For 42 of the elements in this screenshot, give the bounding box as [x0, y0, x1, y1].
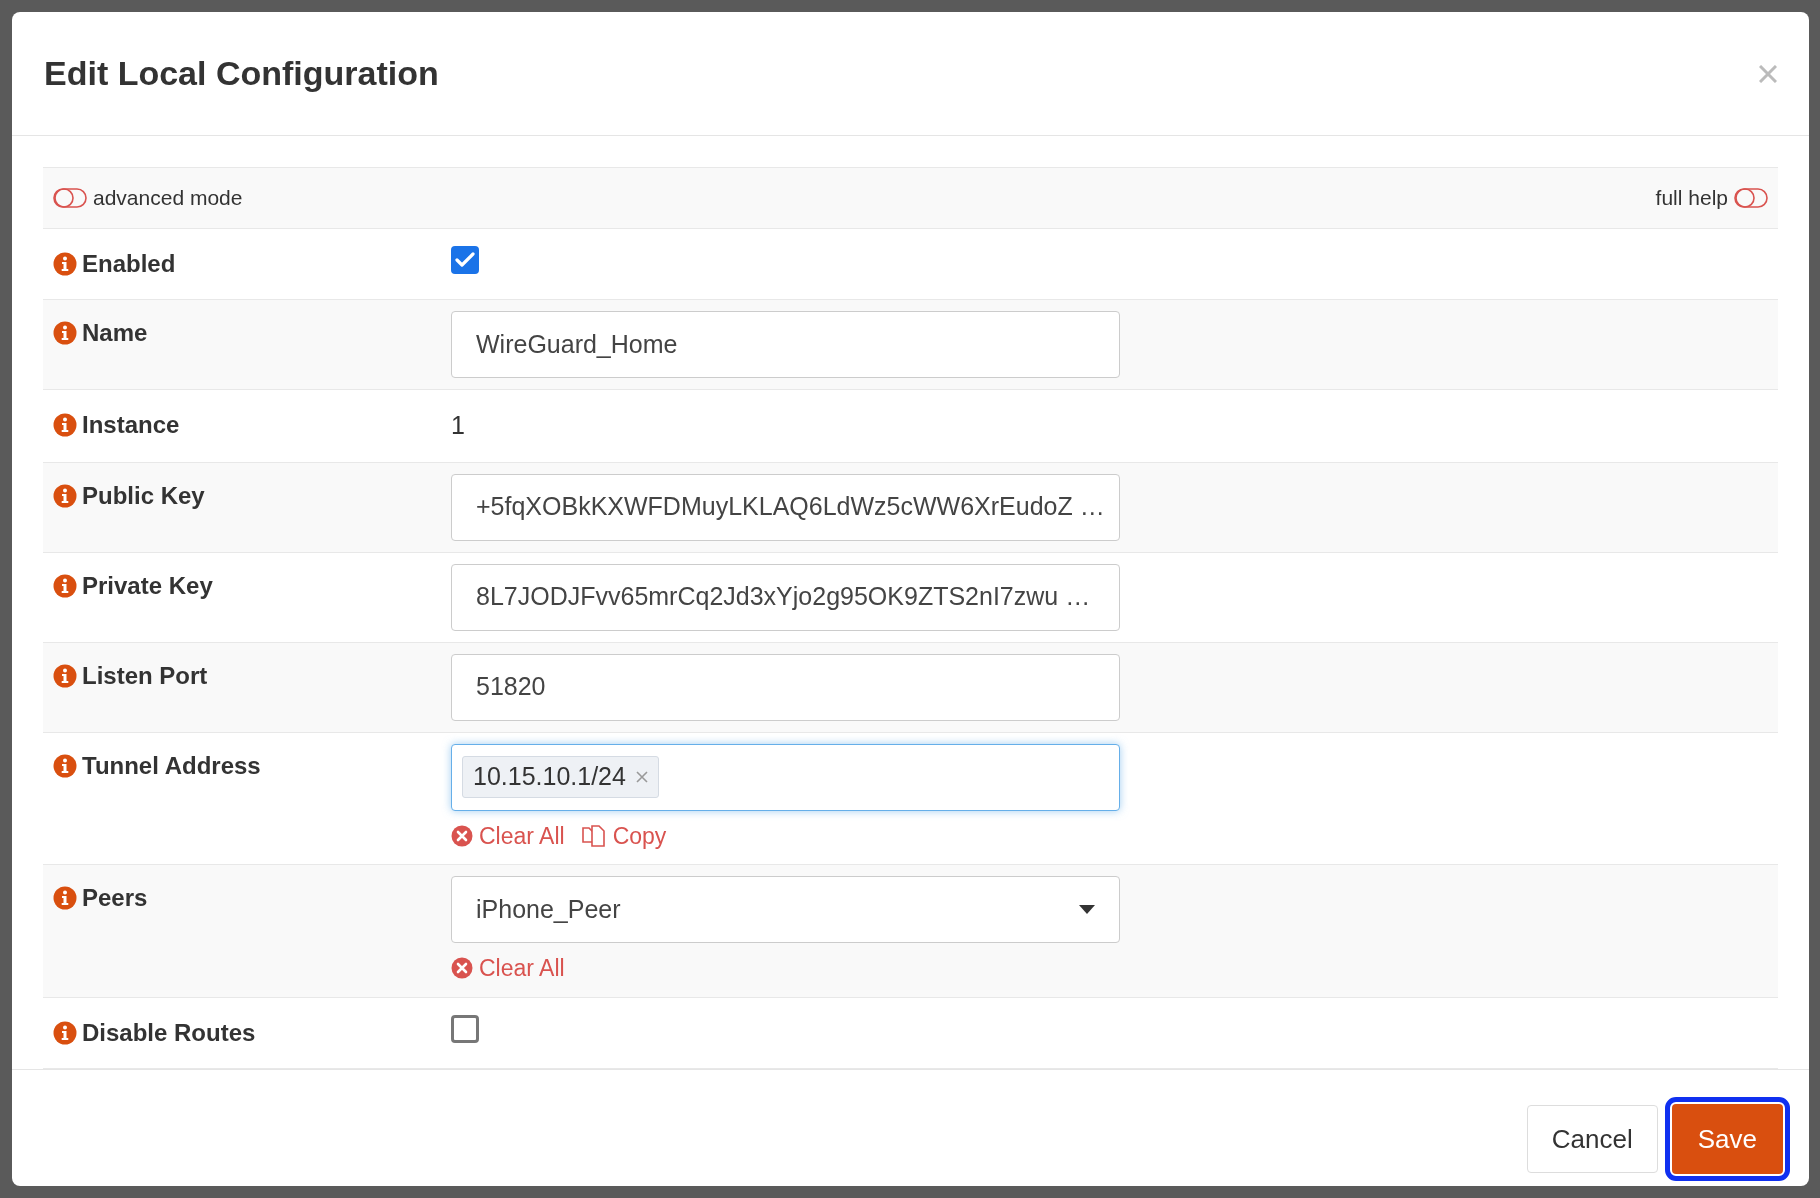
checkbox[interactable]: [451, 246, 479, 274]
toggle-switch[interactable]: [53, 188, 87, 208]
info-icon[interactable]: [53, 1020, 77, 1045]
field-label: Instance: [82, 410, 180, 440]
clear-icon: [451, 957, 473, 980]
toggle-label: full help: [1655, 185, 1728, 212]
select-dropdown[interactable]: iPhone_Peer: [451, 876, 1120, 943]
cancel-button[interactable]: Cancel: [1526, 1105, 1658, 1173]
toggle-switch[interactable]: [1734, 188, 1768, 208]
address-tag[interactable]: 10.15.10.1/24: [462, 756, 659, 798]
field-value: 1: [451, 410, 465, 441]
field-label: Disable Routes: [82, 1017, 256, 1048]
info-icon[interactable]: [53, 483, 77, 508]
info-icon[interactable]: [53, 413, 77, 437]
copy-link[interactable]: Copy: [580, 818, 667, 853]
info-icon[interactable]: [53, 321, 77, 345]
clear-all-link[interactable]: Clear All: [451, 951, 565, 986]
field-label: Public Key: [82, 480, 205, 511]
tag-input-field[interactable]: 10.15.10.1/24: [451, 743, 1120, 811]
copy-icon: [580, 823, 607, 848]
info-icon[interactable]: [53, 663, 77, 688]
info-icon[interactable]: [53, 573, 77, 598]
text-field[interactable]: 51820: [451, 653, 1120, 721]
info-icon[interactable]: [53, 886, 77, 910]
text-field[interactable]: WireGuard_Home: [451, 311, 1120, 378]
clear-all-link[interactable]: Clear All: [451, 818, 565, 853]
text-field[interactable]: +5fqXOBkKXWFDMuyLKLAQ6LdWz5cWW6XrEudoZ …: [451, 473, 1120, 541]
field-label: Listen Port: [82, 660, 208, 691]
checkbox[interactable]: [451, 1014, 479, 1043]
info-icon[interactable]: [53, 753, 77, 778]
remove-icon[interactable]: [635, 771, 648, 783]
field-label: Enabled: [82, 249, 176, 279]
toggle-label: advanced mode: [93, 185, 243, 212]
field-label: Peers: [82, 883, 148, 913]
info-icon[interactable]: [53, 252, 77, 276]
field-label: Name: [82, 318, 148, 348]
text-field[interactable]: 8L7JODJFvv65mrCq2Jd3xYjo2g95OK9ZTS2nI7zwu …: [451, 563, 1120, 631]
field-label: Tunnel Address: [82, 750, 261, 781]
clear-icon: [451, 824, 473, 847]
dialog-title: Edit Local Configuration: [44, 53, 439, 94]
caret-icon: [1079, 905, 1095, 914]
field-label: Private Key: [82, 570, 213, 601]
